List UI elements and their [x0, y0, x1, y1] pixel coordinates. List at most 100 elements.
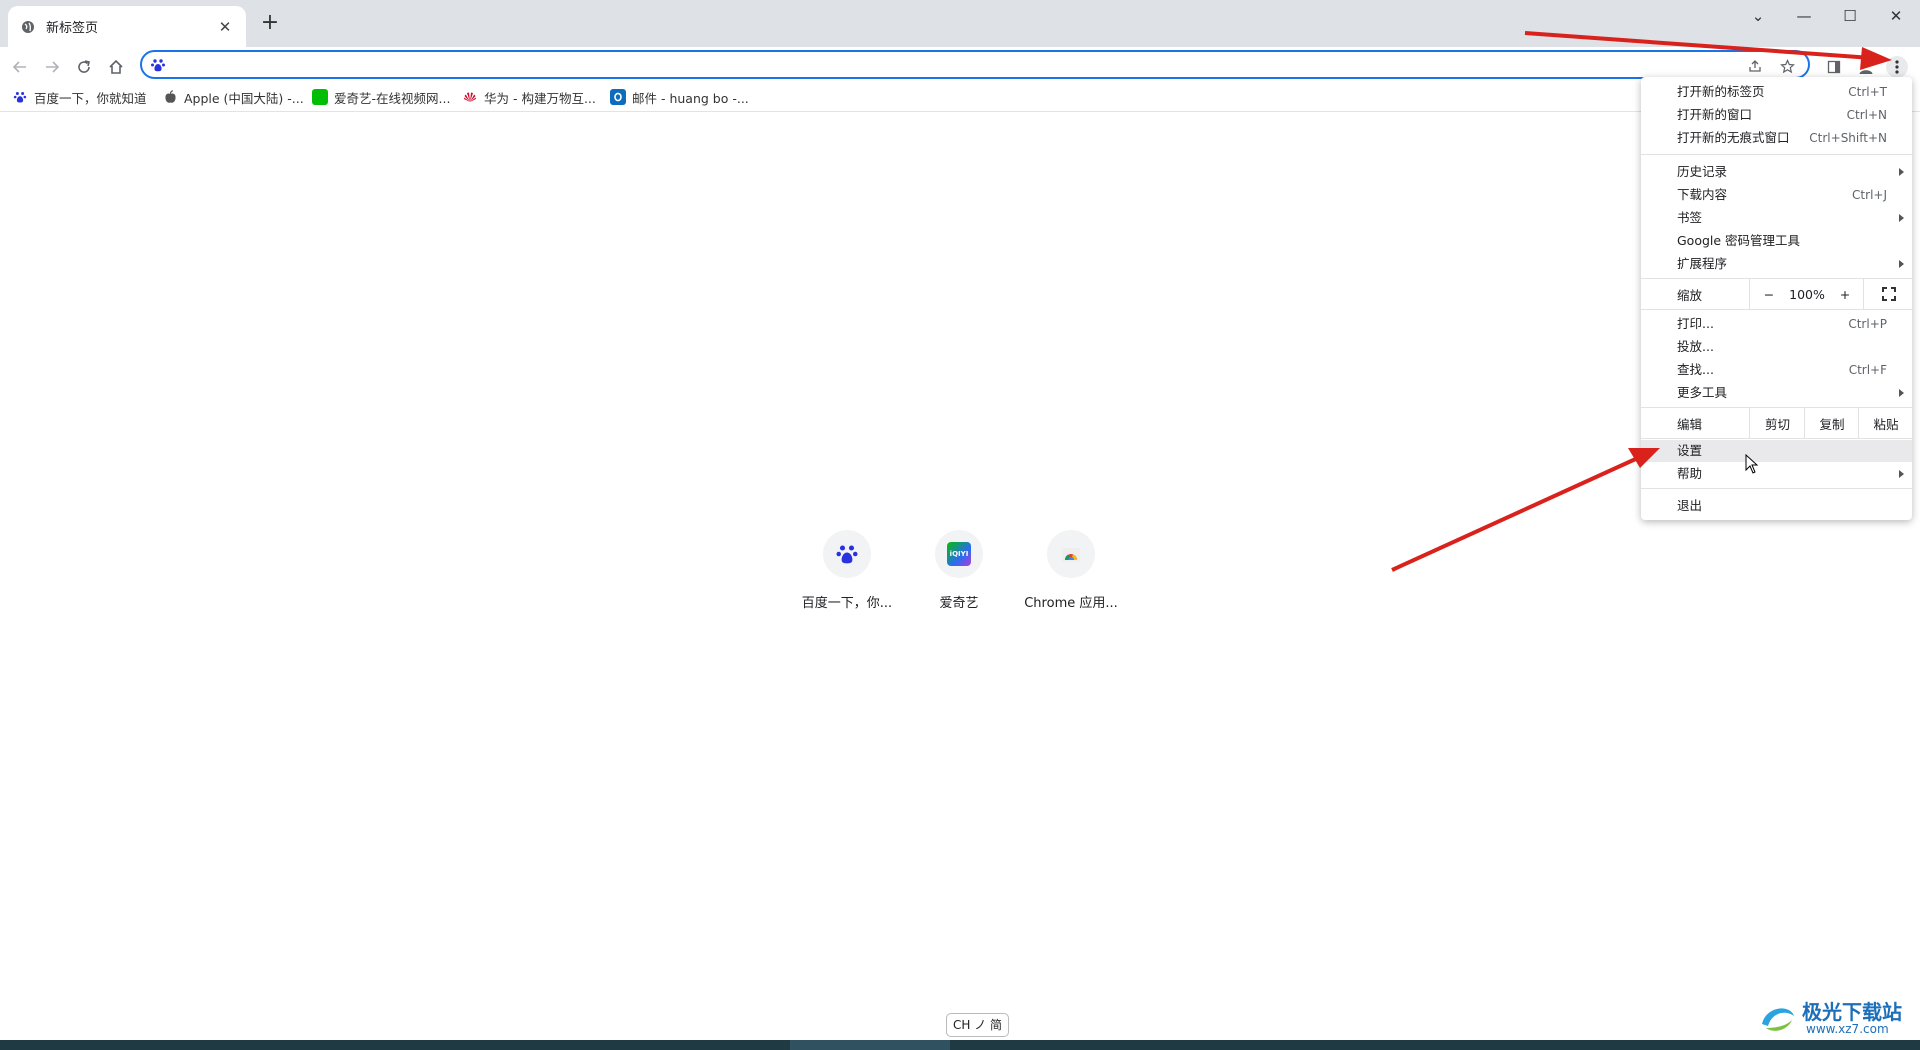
- close-window-button[interactable]: ✕: [1873, 0, 1919, 32]
- menu-label: 打开新的无痕式窗口: [1677, 130, 1790, 145]
- taskbar-active-app[interactable]: [790, 1040, 950, 1050]
- profile-avatar-icon[interactable]: [1856, 57, 1876, 77]
- cut-button[interactable]: 剪切: [1749, 408, 1805, 438]
- menu-label: 帮助: [1677, 466, 1703, 481]
- new-tab-button[interactable]: +: [258, 12, 282, 36]
- bookmark-label: 爱奇艺-在线视频网...: [334, 90, 451, 106]
- globe-icon: [20, 19, 36, 35]
- shortcut-tile-baidu[interactable]: 百度一下，你...: [791, 530, 903, 611]
- menu-separator: [1641, 488, 1912, 489]
- menu-label: 打开新的标签页: [1677, 84, 1765, 99]
- menu-item-new-window[interactable]: 打开新的窗口 Ctrl+N: [1641, 104, 1912, 126]
- reload-icon: [78, 60, 90, 73]
- menu-shortcut: Ctrl+N: [1846, 108, 1887, 122]
- minimize-button[interactable]: —: [1781, 0, 1827, 32]
- watermark: 极光下载站 www.xz7.com: [1758, 996, 1918, 1040]
- menu-item-incognito[interactable]: 打开新的无痕式窗口 Ctrl+Shift+N: [1641, 127, 1912, 149]
- three-dots-icon: [1895, 60, 1899, 74]
- menu-item-extensions[interactable]: 扩展程序: [1641, 253, 1912, 275]
- menu-item-help[interactable]: 帮助: [1641, 463, 1912, 485]
- menu-label: 设置: [1677, 443, 1703, 458]
- ime-indicator[interactable]: CH ノ 简: [946, 1013, 1010, 1037]
- menu-item-more-tools[interactable]: 更多工具: [1641, 382, 1912, 404]
- annotation-arrow-to-settings: [1391, 455, 1641, 572]
- watermark-title: 极光下载站: [1802, 1000, 1902, 1024]
- copy-button[interactable]: 复制: [1804, 408, 1859, 438]
- forward-button[interactable]: [40, 55, 64, 79]
- menu-label: 查找...: [1677, 362, 1714, 377]
- tab-new-tab[interactable]: 新标签页 ✕: [8, 6, 246, 47]
- menu-item-exit[interactable]: 退出: [1641, 495, 1912, 517]
- bookmark-item-baidu[interactable]: 百度一下，你就知道: [12, 86, 147, 108]
- fullscreen-button[interactable]: [1863, 279, 1913, 309]
- mouse-cursor-icon: [1745, 454, 1759, 474]
- menu-item-downloads[interactable]: 下载内容 Ctrl+J: [1641, 184, 1912, 206]
- watermark-logo-icon: [1762, 1008, 1794, 1031]
- zoom-level: 100%: [1789, 286, 1825, 302]
- address-input[interactable]: [176, 55, 1680, 77]
- shortcut-tile-chrome-web-store[interactable]: Chrome 应用...: [1015, 530, 1127, 611]
- submenu-arrow-icon: [1899, 470, 1904, 478]
- menu-item-print[interactable]: 打印... Ctrl+P: [1641, 313, 1912, 335]
- menu-separator: [1641, 154, 1912, 155]
- bookmark-item-iqiyi[interactable]: 爱奇艺-在线视频网...: [312, 86, 450, 108]
- menu-item-find[interactable]: 查找... Ctrl+F: [1641, 359, 1912, 381]
- menu-label: 扩展程序: [1677, 256, 1728, 271]
- close-tab-icon[interactable]: ✕: [216, 18, 234, 36]
- tab-strip: 新标签页 ✕ + ⌄ — ☐ ✕: [0, 0, 1920, 47]
- baidu-icon: [823, 530, 871, 578]
- iqiyi-icon: iQIYI: [947, 542, 971, 566]
- home-button[interactable]: [104, 55, 128, 79]
- menu-item-cast[interactable]: 投放...: [1641, 336, 1912, 358]
- huawei-icon: [462, 89, 478, 105]
- taskbar: [0, 1040, 1920, 1050]
- submenu-arrow-icon: [1899, 168, 1904, 176]
- menu-label: 打开新的窗口: [1677, 107, 1753, 122]
- bookmark-item-apple[interactable]: Apple (中国大陆) -...: [162, 86, 304, 108]
- annotation-arrows: [1391, 31, 1892, 572]
- paste-button[interactable]: 粘贴: [1858, 408, 1913, 438]
- chrome-main-menu: 打开新的标签页 Ctrl+T 打开新的窗口 Ctrl+N 打开新的无痕式窗口 C…: [1641, 77, 1912, 520]
- shortcut-tile-iqiyi[interactable]: iQIYI 爱奇艺: [903, 530, 1015, 611]
- submenu-arrow-icon: [1899, 260, 1904, 268]
- menu-label: 打印...: [1677, 316, 1714, 331]
- zoom-out-button[interactable]: −: [1749, 279, 1788, 309]
- bookmark-label: 邮件 - huang bo -...: [632, 90, 749, 106]
- menu-kebab-button[interactable]: [1886, 56, 1908, 78]
- menu-item-settings[interactable]: 设置: [1641, 440, 1912, 462]
- iqiyi-icon: [312, 89, 328, 105]
- bookmark-label: 华为 - 构建万物互...: [484, 90, 596, 106]
- bookmark-star-icon[interactable]: [1778, 57, 1796, 75]
- menu-item-bookmarks[interactable]: 书签: [1641, 207, 1912, 229]
- share-icon[interactable]: [1746, 57, 1764, 75]
- toolbar: [0, 47, 1920, 87]
- shortcut-icon-holder: iQIYI: [935, 530, 983, 578]
- chrome-web-store-icon: [1047, 530, 1095, 578]
- menu-shortcut: Ctrl+F: [1848, 363, 1887, 377]
- submenu-arrow-icon: [1899, 214, 1904, 222]
- zoom-in-button[interactable]: +: [1827, 279, 1863, 309]
- menu-shortcut: Ctrl+J: [1852, 188, 1887, 202]
- bookmark-item-outlook[interactable]: 邮件 - huang bo -...: [610, 86, 749, 108]
- shortcut-label: 百度一下，你...: [801, 596, 893, 611]
- menu-shortcut: Ctrl+P: [1848, 317, 1887, 331]
- shortcut-label: Chrome 应用...: [1024, 596, 1118, 611]
- shortcut-label: 爱奇艺: [939, 596, 979, 611]
- reload-button[interactable]: [72, 55, 96, 79]
- menu-label: 更多工具: [1677, 385, 1728, 400]
- menu-item-new-tab[interactable]: 打开新的标签页 Ctrl+T: [1641, 81, 1912, 103]
- back-button[interactable]: [8, 55, 32, 79]
- menu-label: 退出: [1677, 498, 1703, 513]
- address-bar[interactable]: [140, 50, 1810, 79]
- fullscreen-icon: [1881, 287, 1896, 301]
- tab-search-icon[interactable]: ⌄: [1735, 0, 1781, 32]
- menu-item-passwords[interactable]: Google 密码管理工具: [1641, 230, 1912, 252]
- baidu-icon: [150, 57, 166, 73]
- menu-shortcut: Ctrl+T: [1848, 85, 1887, 99]
- iqiyi-logo-text: iQIYI: [949, 550, 969, 558]
- side-panel-icon[interactable]: [1824, 57, 1844, 77]
- apple-icon: [162, 89, 178, 105]
- bookmark-item-huawei[interactable]: 华为 - 构建万物互...: [462, 86, 596, 108]
- menu-item-history[interactable]: 历史记录: [1641, 161, 1912, 183]
- maximize-button[interactable]: ☐: [1827, 0, 1873, 32]
